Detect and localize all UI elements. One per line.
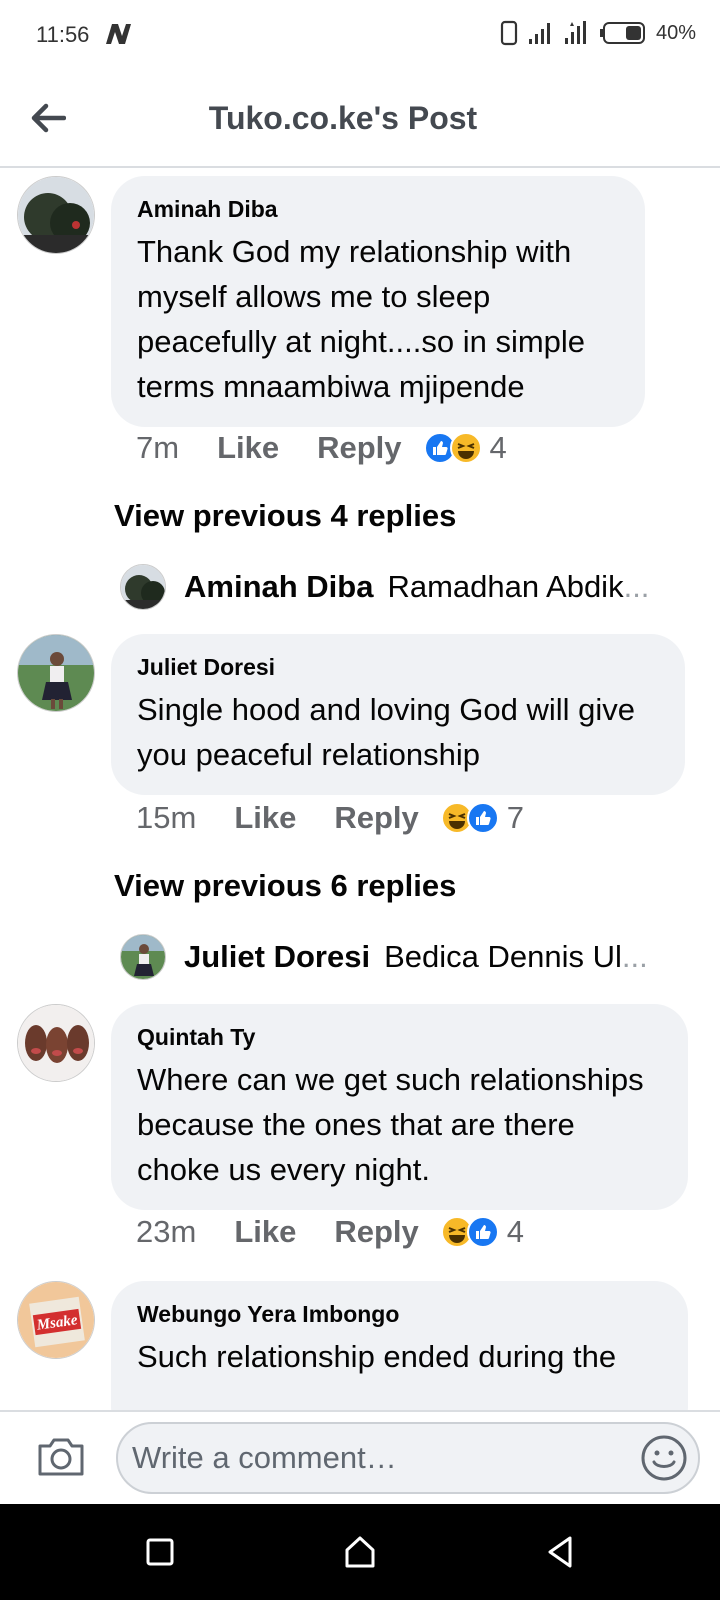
comment-author[interactable]: Aminah Diba — [137, 196, 619, 223]
comment-time[interactable]: 23m — [136, 1214, 196, 1250]
reaction-count[interactable]: 4 — [490, 430, 507, 466]
reply-ellipsis: ... — [623, 569, 650, 604]
emoji-icon[interactable] — [640, 1434, 688, 1482]
reply-author: Juliet Doresi — [184, 939, 371, 974]
view-previous-replies[interactable]: View previous 6 replies — [114, 868, 456, 904]
home-icon[interactable] — [340, 1532, 380, 1572]
avatar-image — [18, 177, 94, 253]
comment-text: Such relationship ended during the — [137, 1339, 617, 1374]
battery-icon — [599, 22, 645, 44]
like-button[interactable]: Like — [217, 430, 279, 466]
haha-reaction-icon — [449, 432, 482, 464]
like-reaction-icon — [466, 1216, 499, 1248]
reply-button[interactable]: Reply — [317, 430, 401, 466]
comment-composer — [0, 1410, 720, 1504]
view-previous-replies[interactable]: View previous 4 replies — [114, 498, 456, 534]
reaction-count[interactable]: 7 — [507, 800, 524, 836]
reply-avatar — [120, 934, 166, 980]
signal-icon — [528, 23, 550, 44]
avatar[interactable]: Msake — [17, 1281, 95, 1359]
page-title: Tuko.co.ke's Post — [208, 100, 478, 136]
avatar[interactable] — [17, 176, 95, 254]
comment-text: Thank God my relationship with myself al… — [137, 234, 586, 404]
avatar-image — [18, 1005, 94, 1081]
comment-time[interactable]: 15m — [136, 800, 196, 836]
back-nav-icon[interactable] — [540, 1532, 580, 1572]
like-button[interactable]: Like — [234, 1214, 296, 1250]
post-header: Tuko.co.ke's Post — [0, 72, 720, 168]
comment-actions: 7m Like Reply 4 — [136, 430, 507, 466]
notification-n-icon — [106, 24, 131, 44]
comment-text: Single hood and loving God will give you… — [137, 692, 636, 772]
comment-bubble: Juliet Doresi Single hood and loving God… — [111, 634, 685, 795]
comment-author[interactable]: Juliet Doresi — [137, 654, 659, 681]
reactions[interactable] — [440, 802, 499, 834]
latest-reply[interactable]: Aminah Diba Ramadhan Abdik... — [120, 564, 680, 610]
like-reaction-icon — [466, 802, 499, 834]
avatar-image — [121, 935, 165, 979]
status-time: 11:56 — [36, 22, 90, 47]
avatar-image: Msake — [18, 1282, 94, 1358]
comment-bubble: Quintah Ty Where can we get such relatio… — [111, 1004, 688, 1210]
reply-button[interactable]: Reply — [334, 1214, 418, 1250]
reply-snippet: Ramadhan Abdik — [387, 569, 624, 604]
reactions[interactable] — [440, 1216, 499, 1248]
reply-avatar — [120, 564, 166, 610]
system-nav-bar — [0, 1504, 720, 1600]
avatar[interactable] — [17, 1004, 95, 1082]
reply-snippet: Bedica Dennis Ul — [384, 939, 622, 974]
camera-icon[interactable] — [36, 1434, 86, 1478]
reply-button[interactable]: Reply — [334, 800, 418, 836]
recents-icon[interactable] — [140, 1532, 180, 1572]
avatar-image — [18, 635, 94, 711]
status-bar: 11:56 40% — [0, 0, 720, 72]
latest-reply[interactable]: Juliet Doresi Bedica Dennis Ul... — [120, 934, 680, 980]
comment-author[interactable]: Webungo Yera Imbongo — [137, 1301, 662, 1328]
comment-bubble: Aminah Diba Thank God my relationship wi… — [111, 176, 645, 427]
comment-input[interactable] — [116, 1422, 700, 1494]
comment-text: Where can we get such relationships beca… — [137, 1062, 644, 1187]
battery-percent: 40% — [655, 21, 696, 44]
comment-author[interactable]: Quintah Ty — [137, 1024, 662, 1051]
avatar-image — [121, 565, 165, 609]
reply-ellipsis: ... — [621, 939, 648, 974]
status-icons: 40% — [500, 20, 696, 46]
reply-author: Aminah Diba — [184, 569, 374, 604]
comment-actions: 15m Like Reply 7 — [136, 800, 524, 836]
vibrate-icon — [500, 20, 518, 46]
like-button[interactable]: Like — [234, 800, 296, 836]
avatar[interactable] — [17, 634, 95, 712]
comment-time[interactable]: 7m — [136, 430, 179, 466]
signal-data-icon — [564, 21, 586, 44]
comment-actions: 23m Like Reply 4 — [136, 1214, 524, 1250]
reaction-count[interactable]: 4 — [507, 1214, 524, 1250]
reactions[interactable] — [423, 432, 482, 464]
